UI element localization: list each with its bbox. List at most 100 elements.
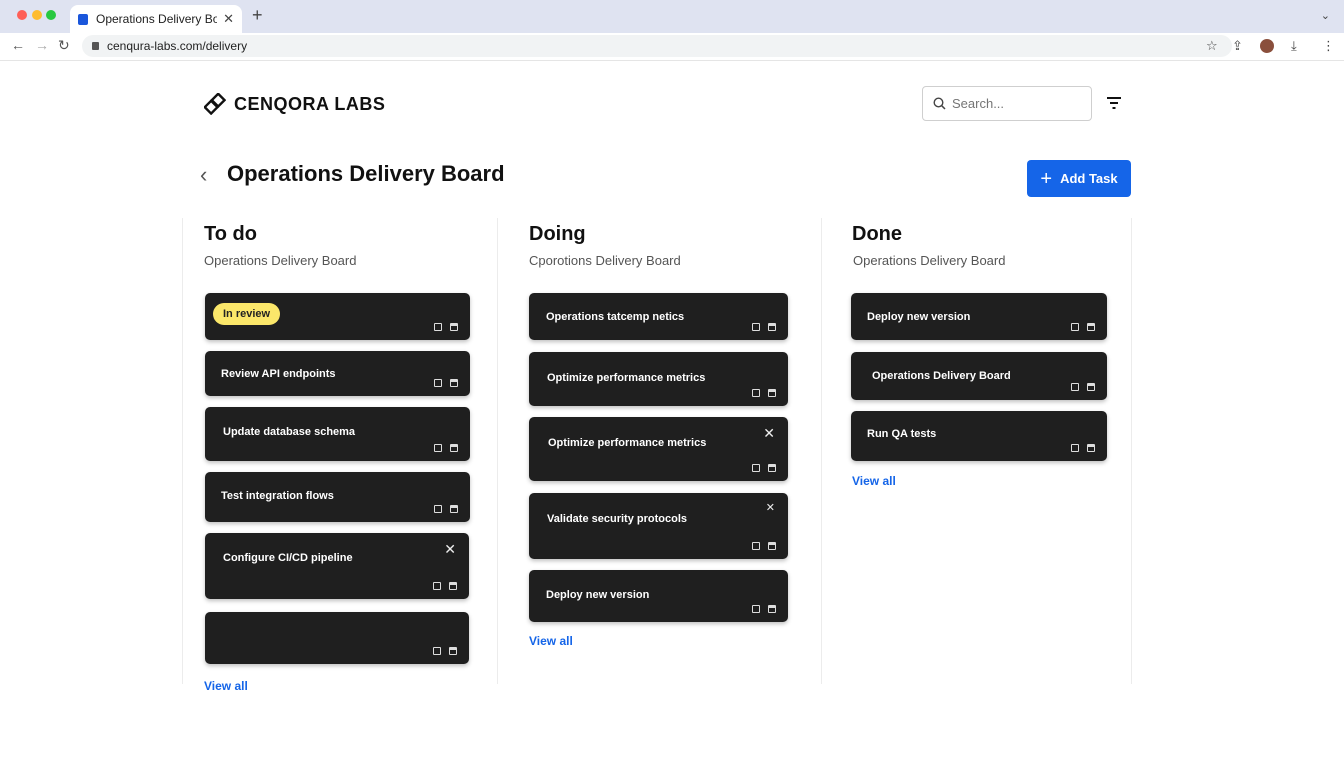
- view-all-link[interactable]: View all: [204, 679, 248, 693]
- task-card[interactable]: Operations Delivery Board: [851, 352, 1107, 400]
- task-card[interactable]: Run QA tests: [851, 411, 1107, 461]
- comment-icon[interactable]: [1087, 383, 1095, 391]
- task-card[interactable]: Update database schema: [205, 407, 470, 461]
- bookmark-star-icon[interactable]: ☆: [1206, 38, 1218, 54]
- new-tab-button[interactable]: +: [252, 5, 263, 26]
- filter-icon[interactable]: [1106, 96, 1122, 110]
- browser-toolbar: ← → ↻ cenqura-labs.com/delivery ☆ ⇪ ⤓ ⋮: [0, 33, 1344, 61]
- plus-icon: +: [1040, 167, 1053, 190]
- comment-icon[interactable]: [768, 464, 776, 472]
- calendar-icon[interactable]: [752, 389, 760, 397]
- address-bar[interactable]: cenqura-labs.com/delivery: [82, 35, 1232, 57]
- calendar-icon[interactable]: [752, 605, 760, 613]
- view-all-link[interactable]: View all: [852, 474, 896, 488]
- calendar-icon[interactable]: [752, 464, 760, 472]
- card-title: Operations tatcemp netics: [546, 311, 685, 323]
- calendar-icon[interactable]: [1071, 323, 1079, 331]
- search-box[interactable]: [922, 86, 1092, 121]
- add-task-label: Add Task: [1060, 171, 1118, 186]
- tab-close-icon[interactable]: ✕: [223, 11, 234, 27]
- task-card[interactable]: Configure CI/CD pipeline ✕: [205, 533, 469, 599]
- calendar-icon[interactable]: [1071, 444, 1079, 452]
- comment-icon[interactable]: [1087, 323, 1095, 331]
- back-chevron-icon[interactable]: ‹: [200, 162, 207, 188]
- page-title: Operations Delivery Board: [227, 161, 505, 186]
- comment-icon[interactable]: [450, 323, 458, 331]
- card-title: Test integration flows: [221, 490, 334, 502]
- column-title: Done: [852, 223, 902, 245]
- calendar-icon[interactable]: [433, 647, 441, 655]
- column-todo: To do Operations Delivery Board In revie…: [204, 218, 474, 693]
- task-card[interactable]: [205, 612, 469, 664]
- card-title: Optimize performance metrics: [547, 372, 706, 384]
- comment-icon[interactable]: [450, 505, 458, 513]
- task-card[interactable]: Validate security protocols ✕: [529, 493, 788, 559]
- card-title: Deploy new version: [867, 311, 971, 323]
- task-card[interactable]: Optimize performance metrics: [529, 352, 788, 406]
- task-card[interactable]: Optimize performance metrics ✕: [529, 417, 788, 481]
- brand-name: CENQORA LABS: [234, 93, 386, 114]
- profile-avatar[interactable]: [1260, 39, 1274, 53]
- task-card[interactable]: Deploy new version: [529, 570, 788, 622]
- in-review-badge: In review: [213, 303, 281, 325]
- column-divider: [821, 218, 822, 684]
- tab-list-chevron-icon[interactable]: ⌄: [1321, 9, 1330, 22]
- calendar-icon[interactable]: [434, 505, 442, 513]
- column-subtitle: Operations Delivery Board: [853, 253, 1006, 268]
- calendar-icon[interactable]: [1071, 383, 1079, 391]
- card-title: Configure CI/CD pipeline: [223, 552, 353, 564]
- card-title: Operations Delivery Board: [872, 370, 1011, 382]
- search-icon: [933, 97, 946, 110]
- calendar-icon[interactable]: [434, 444, 442, 452]
- download-icon[interactable]: ⤓: [1291, 38, 1297, 54]
- task-card[interactable]: Test integration flows: [205, 472, 470, 522]
- column-done: Done Operations Delivery Board Deploy ne…: [851, 218, 1122, 688]
- comment-icon[interactable]: [449, 647, 457, 655]
- share-icon[interactable]: ⇪: [1232, 38, 1243, 54]
- calendar-icon[interactable]: [434, 379, 442, 387]
- browser-tab[interactable]: Operations Delivery Boerd ✕: [70, 5, 242, 33]
- column-title: Doing: [529, 223, 586, 245]
- view-all-link[interactable]: View all: [529, 634, 573, 648]
- task-card[interactable]: In review: [205, 293, 470, 340]
- comment-icon[interactable]: [768, 389, 776, 397]
- add-task-button[interactable]: + Add Task: [1027, 160, 1131, 197]
- close-icon[interactable]: ✕: [763, 425, 775, 442]
- calendar-icon[interactable]: [752, 323, 760, 331]
- tab-favicon-icon: [78, 13, 88, 25]
- task-card[interactable]: Deploy new version: [851, 293, 1107, 340]
- comment-icon[interactable]: [449, 582, 457, 590]
- brand[interactable]: CENQORA LABS: [204, 93, 385, 115]
- close-icon[interactable]: ✕: [444, 541, 456, 558]
- task-card[interactable]: Operations tatcemp netics: [529, 293, 788, 340]
- browser-menu-icon[interactable]: ⋮: [1322, 38, 1335, 54]
- url-text: cenqura-labs.com/delivery: [107, 39, 248, 53]
- comment-icon[interactable]: [768, 323, 776, 331]
- column-subtitle: Cporotions Delivery Board: [529, 253, 681, 268]
- calendar-icon[interactable]: [434, 323, 442, 331]
- close-icon[interactable]: ✕: [766, 501, 775, 514]
- maximize-window-button[interactable]: [46, 10, 56, 20]
- calendar-icon[interactable]: [752, 542, 760, 550]
- lock-icon: [92, 42, 99, 50]
- forward-arrow-icon[interactable]: →: [35, 37, 49, 53]
- card-title: Run QA tests: [867, 428, 937, 440]
- column-title: To do: [204, 223, 257, 245]
- comment-icon[interactable]: [450, 379, 458, 387]
- column-doing: Doing Cporotions Delivery Board Operatio…: [529, 218, 799, 688]
- comment-icon[interactable]: [768, 542, 776, 550]
- minimize-window-button[interactable]: [32, 10, 42, 20]
- back-arrow-icon[interactable]: ←: [11, 37, 25, 53]
- comment-icon[interactable]: [768, 605, 776, 613]
- card-title: Optimize performance metrics: [548, 437, 707, 449]
- calendar-icon[interactable]: [433, 582, 441, 590]
- search-input[interactable]: [952, 96, 1082, 111]
- task-card[interactable]: Review API endpoints: [205, 351, 470, 396]
- card-title: Deploy new version: [546, 589, 650, 601]
- comment-icon[interactable]: [1087, 444, 1095, 452]
- reload-icon[interactable]: ↻: [58, 37, 70, 54]
- comment-icon[interactable]: [450, 444, 458, 452]
- column-divider: [182, 218, 183, 684]
- close-window-button[interactable]: [17, 10, 27, 20]
- card-title: Review API endpoints: [221, 368, 336, 380]
